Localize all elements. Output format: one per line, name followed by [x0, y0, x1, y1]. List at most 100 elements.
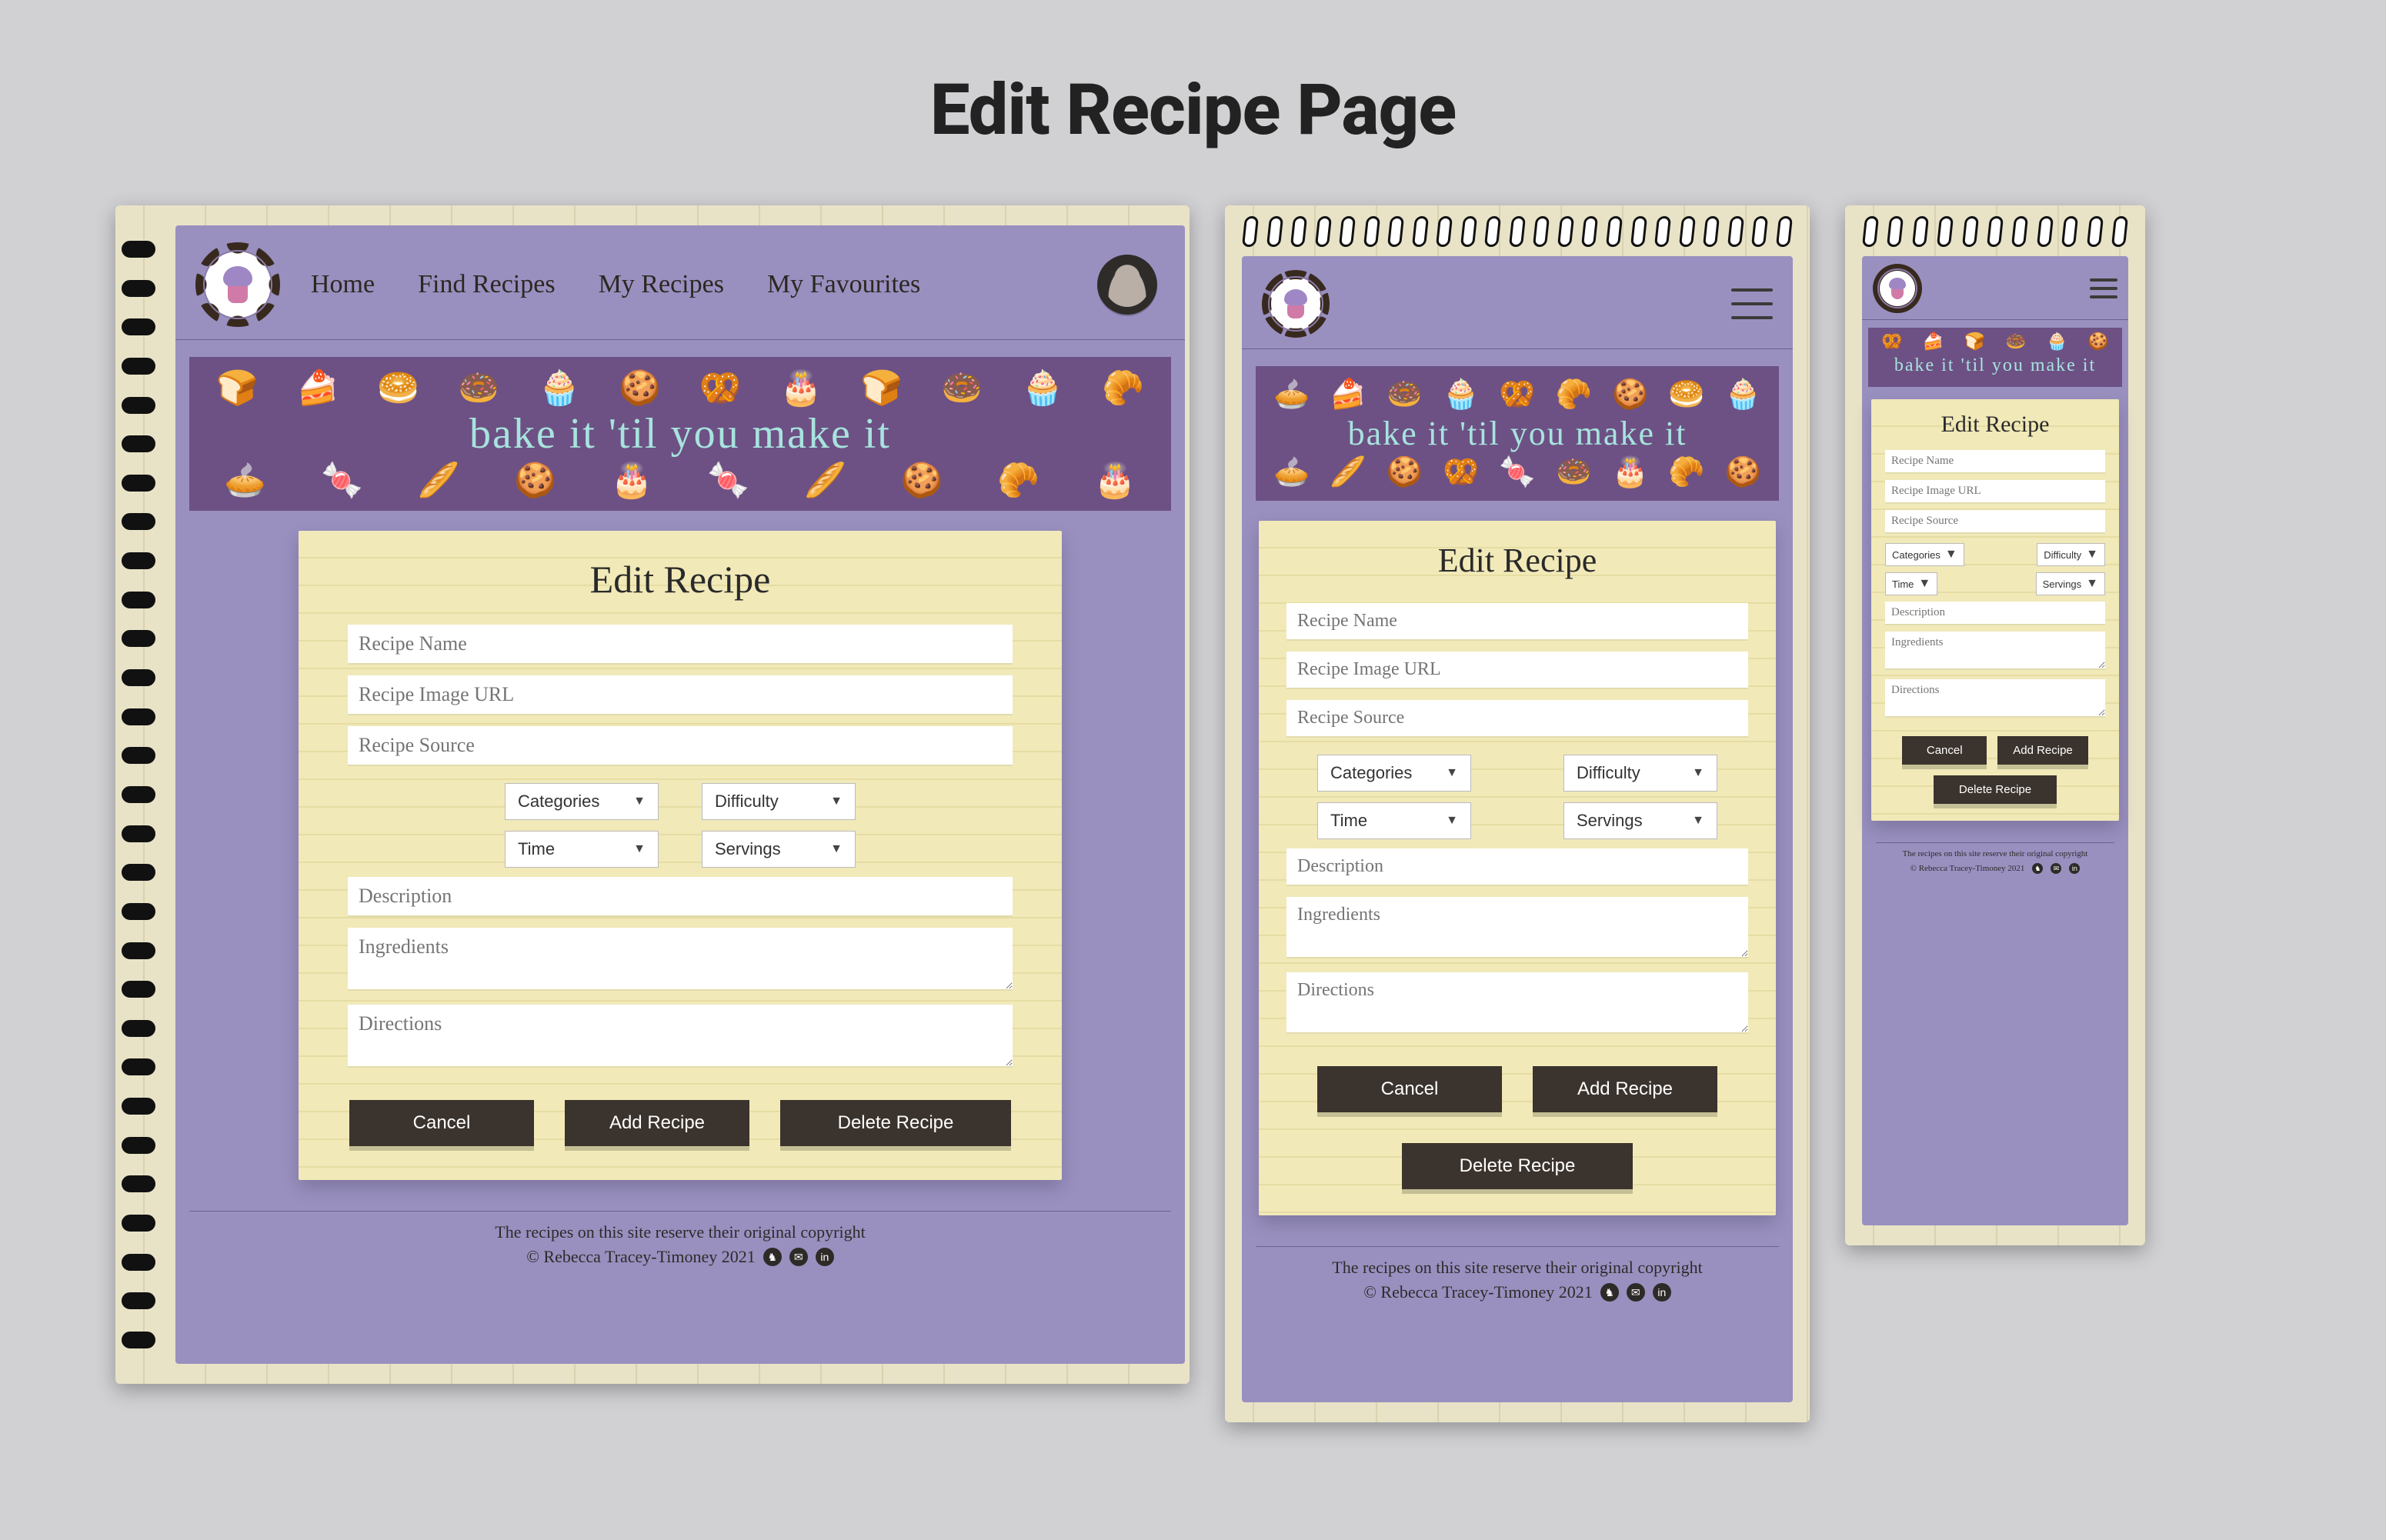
linkedin-icon[interactable]: in	[816, 1248, 834, 1266]
top-navbar	[1862, 256, 2128, 320]
footer-credit: © Rebecca Tracey-Timoney 2021	[1363, 1282, 1593, 1302]
bread-icon: 🥯	[377, 371, 419, 405]
bread-icon: 🍞	[1964, 334, 1984, 351]
cupcake-icon: 🧁	[1443, 380, 1479, 409]
difficulty-dropdown[interactable]: Difficulty▼	[1563, 755, 1717, 792]
croissant2-icon: 🥐	[1668, 458, 1704, 487]
categories-dropdown[interactable]: Categories▼	[1885, 543, 1964, 566]
spiral-binding-vertical	[122, 241, 163, 1348]
page-footer: The recipes on this site reserve their o…	[1256, 1246, 1779, 1321]
description-input[interactable]	[348, 877, 1013, 915]
cookie-icon: 🍪	[1612, 380, 1648, 409]
github-icon[interactable]: ♞	[1600, 1283, 1619, 1302]
pie-icon: 🥧	[224, 463, 266, 497]
chevron-down-icon: ▼	[1446, 766, 1458, 780]
categories-dropdown[interactable]: Categories▼	[505, 783, 659, 820]
recipe-source-input[interactable]	[348, 726, 1013, 765]
pretzel-icon: 🥨	[699, 371, 742, 405]
chevron-down-icon: ▼	[830, 842, 843, 856]
site-logo[interactable]	[1873, 264, 1922, 313]
cupcake-icon: 🧁	[539, 371, 581, 405]
description-input[interactable]	[1286, 848, 1748, 885]
page-footer: The recipes on this site reserve their o…	[189, 1211, 1171, 1285]
tagline-text: bake it 'til you make it	[197, 405, 1163, 463]
add-recipe-button[interactable]: Add Recipe	[1533, 1066, 1717, 1112]
recipe-name-input[interactable]	[348, 625, 1013, 663]
difficulty-dropdown[interactable]: Difficulty▼	[702, 783, 856, 820]
hamburger-menu-icon[interactable]	[1731, 288, 1773, 319]
cancel-button[interactable]: Cancel	[349, 1100, 534, 1146]
add-recipe-button[interactable]: Add Recipe	[1997, 736, 2088, 765]
hamburger-menu-icon[interactable]	[2090, 278, 2117, 298]
recipe-source-input[interactable]	[1286, 700, 1748, 736]
difficulty-dropdown[interactable]: Difficulty▼	[2037, 543, 2105, 566]
recipe-image-input[interactable]	[1885, 480, 2105, 502]
recipe-image-input[interactable]	[1286, 652, 1748, 688]
recipe-source-input[interactable]	[1885, 510, 2105, 532]
responsive-frames-row: Home Find Recipes My Recipes My Favourit…	[0, 205, 2386, 1515]
directions-input[interactable]	[348, 1005, 1013, 1066]
message-icon[interactable]: ✉	[1627, 1283, 1645, 1302]
directions-input[interactable]	[1286, 972, 1748, 1032]
delete-recipe-button[interactable]: Delete Recipe	[1402, 1143, 1633, 1189]
cake-icon: 🍰	[1923, 334, 1944, 351]
profile-avatar-icon[interactable]	[1097, 255, 1157, 315]
categories-dropdown[interactable]: Categories▼	[1317, 755, 1471, 792]
recipe-name-input[interactable]	[1885, 450, 2105, 472]
linkedin-icon[interactable]: in	[1653, 1283, 1671, 1302]
cookie-icon: 🍪	[2087, 334, 2108, 351]
description-input[interactable]	[1885, 602, 2105, 624]
edit-recipe-card: Edit Recipe Categories▼ Difficulty▼ Time…	[1871, 399, 2119, 821]
mobile-frame: 🥨 🍰 🍞 🍩 🧁 🍪 bake it 'til you make it Edi…	[1845, 205, 2145, 1245]
notebook-page: 🥧 🍰 🍩 🧁 🥨 🥐 🍪 🥯 🧁 bake it 'til you make …	[1242, 256, 1793, 1402]
time-dropdown[interactable]: Time▼	[1885, 572, 1937, 595]
card-heading: Edit Recipe	[1885, 412, 2105, 438]
github-icon[interactable]: ♞	[763, 1248, 782, 1266]
chevron-down-icon: ▼	[1945, 548, 1957, 562]
pretzel-icon: 🥨	[1881, 334, 1902, 351]
card-heading: Edit Recipe	[1286, 541, 1748, 580]
add-recipe-button[interactable]: Add Recipe	[565, 1100, 749, 1146]
cancel-button[interactable]: Cancel	[1902, 736, 1987, 765]
nav-my-recipes[interactable]: My Recipes	[599, 270, 724, 299]
directions-input[interactable]	[1885, 679, 2105, 716]
chevron-down-icon: ▼	[633, 842, 646, 856]
macaron-icon: 🍬	[1499, 458, 1535, 487]
recipe-image-input[interactable]	[348, 675, 1013, 714]
ingredients-input[interactable]	[1885, 632, 2105, 668]
spiral-binding-top	[1862, 216, 2128, 253]
servings-dropdown[interactable]: Servings▼	[1563, 802, 1717, 839]
delete-recipe-button[interactable]: Delete Recipe	[1934, 775, 2057, 804]
servings-dropdown[interactable]: Servings▼	[2036, 572, 2105, 595]
chevron-down-icon: ▼	[1446, 814, 1458, 828]
linkedin-icon[interactable]: in	[2069, 863, 2080, 874]
message-icon[interactable]: ✉	[2051, 863, 2061, 874]
ingredients-input[interactable]	[348, 928, 1013, 989]
site-logo[interactable]	[1262, 270, 1330, 338]
cancel-button[interactable]: Cancel	[1317, 1066, 1502, 1112]
croissant2-icon: 🥐	[997, 463, 1039, 497]
servings-dropdown[interactable]: Servings▼	[702, 831, 856, 868]
donut-icon: 🍩	[2005, 334, 2026, 351]
message-icon[interactable]: ✉	[789, 1248, 808, 1266]
github-icon[interactable]: ♞	[2032, 863, 2043, 874]
pie2-icon: 🥧	[1273, 458, 1310, 487]
cupcake-icon: 🧁	[2047, 334, 2067, 351]
time-dropdown[interactable]: Time▼	[1317, 802, 1471, 839]
nav-home[interactable]: Home	[311, 270, 375, 299]
cookie-icon: 🍪	[619, 371, 661, 405]
site-logo[interactable]	[195, 242, 280, 327]
nav-find[interactable]: Find Recipes	[418, 270, 555, 299]
card-heading: Edit Recipe	[348, 557, 1013, 602]
chevron-down-icon: ▼	[1918, 577, 1930, 591]
ingredients-input[interactable]	[1286, 897, 1748, 957]
delete-recipe-button[interactable]: Delete Recipe	[780, 1100, 1011, 1146]
nav-favourites[interactable]: My Favourites	[767, 270, 920, 299]
edit-recipe-card: Edit Recipe Categories▼ Difficulty▼ Time…	[1259, 521, 1776, 1215]
time-dropdown[interactable]: Time▼	[505, 831, 659, 868]
footer-copyright: The recipes on this site reserve their o…	[1880, 849, 2110, 858]
recipe-name-input[interactable]	[1286, 603, 1748, 639]
bread3-icon: 🥖	[804, 463, 846, 497]
cake2-icon: 🎂	[1612, 458, 1648, 487]
chevron-down-icon: ▼	[633, 795, 646, 808]
